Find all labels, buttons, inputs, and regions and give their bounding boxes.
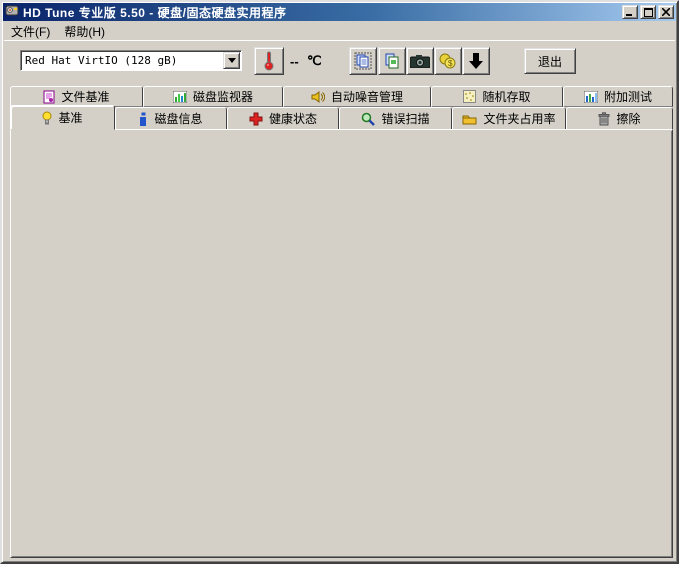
tab-row-secondary: 文件基准 磁盘监视器 自动噪音管理 随机存取 附加测试 <box>10 86 673 107</box>
copy-image-button[interactable] <box>378 47 406 75</box>
random-access-icon <box>463 90 476 103</box>
coins-icon: $ <box>439 53 457 69</box>
tab-disk-info[interactable]: 磁盘信息 <box>115 107 227 130</box>
donate-button[interactable]: $ <box>434 47 462 75</box>
temperature-button[interactable] <box>254 47 284 75</box>
copy-icon <box>354 52 372 70</box>
copy-button[interactable] <box>349 47 377 75</box>
file-benchmark-icon <box>43 90 55 104</box>
svg-text:$: $ <box>448 59 453 68</box>
tab-benchmark[interactable]: 基准 <box>10 105 115 130</box>
tab-erase[interactable]: 擦除 <box>566 107 673 130</box>
trash-icon <box>598 112 610 126</box>
minimize-button[interactable] <box>622 5 638 19</box>
extra-tests-icon <box>584 91 598 103</box>
thermometer-icon <box>263 51 275 71</box>
magnifier-icon <box>361 112 375 126</box>
info-icon <box>139 112 148 126</box>
down-arrow-icon <box>469 52 483 70</box>
close-button[interactable] <box>658 5 674 19</box>
toolbar: Red Hat VirtIO (128 gB) -- ℃ $ 退出 <box>4 42 675 82</box>
dropdown-arrow-icon[interactable] <box>223 52 240 69</box>
download-button[interactable] <box>462 47 490 75</box>
tab-aam[interactable]: 自动噪音管理 <box>283 86 431 107</box>
tab-health[interactable]: 健康状态 <box>227 107 339 130</box>
speaker-icon <box>311 91 325 103</box>
app-window: HD Tune 专业版 5.50 - 硬盘/固态硬盘实用程序 文件(F) 帮助(… <box>0 0 679 564</box>
exit-button[interactable]: 退出 <box>524 48 576 74</box>
window-title: HD Tune 专业版 5.50 - 硬盘/固态硬盘实用程序 <box>23 4 286 21</box>
health-cross-icon <box>249 112 263 126</box>
tab-disk-monitor[interactable]: 磁盘监视器 <box>143 86 283 107</box>
temperature-value: -- <box>290 54 299 69</box>
drive-select-value: Red Hat VirtIO (128 gB) <box>21 54 223 67</box>
title-bar: HD Tune 专业版 5.50 - 硬盘/固态硬盘实用程序 <box>3 3 676 21</box>
menu-file[interactable]: 文件(F) <box>4 21 57 42</box>
app-icon <box>5 3 19 22</box>
tab-file-benchmark[interactable]: 文件基准 <box>10 86 143 107</box>
menu-help[interactable]: 帮助(H) <box>57 21 112 42</box>
folder-icon <box>462 113 477 125</box>
tab-random-access[interactable]: 随机存取 <box>431 86 563 107</box>
tab-row-primary: 基准 磁盘信息 健康状态 错误扫描 文件夹占用率 擦除 <box>10 107 673 130</box>
menu-bar: 文件(F) 帮助(H) <box>4 22 675 41</box>
drive-select-combobox[interactable]: Red Hat VirtIO (128 gB) <box>20 50 242 71</box>
copy-image-icon <box>383 52 401 70</box>
benchmark-tab-content <box>10 129 673 558</box>
temperature-unit: ℃ <box>307 53 322 69</box>
camera-icon <box>410 54 430 68</box>
screenshot-button[interactable] <box>406 47 434 75</box>
lightbulb-icon <box>42 111 52 125</box>
tab-error-scan[interactable]: 错误扫描 <box>339 107 452 130</box>
tab-folder-usage[interactable]: 文件夹占用率 <box>452 107 566 130</box>
tab-extra-tests[interactable]: 附加测试 <box>563 86 673 107</box>
maximize-button[interactable] <box>640 5 656 19</box>
disk-monitor-icon <box>173 91 187 103</box>
